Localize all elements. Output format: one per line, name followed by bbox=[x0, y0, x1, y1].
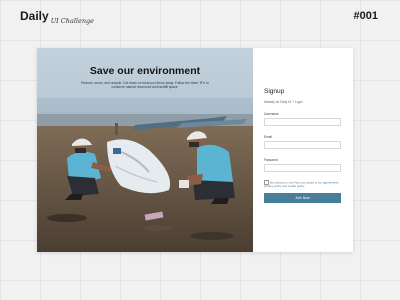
password-input[interactable] bbox=[264, 164, 341, 172]
hero-description: Reduce, reuse, and recycle. Cut down on … bbox=[81, 81, 209, 90]
already-member-label: Already on Daily UI ? bbox=[264, 100, 294, 104]
issue-number: #001 bbox=[353, 10, 378, 22]
brand-subtitle: UI Challenge bbox=[50, 17, 95, 25]
brand: Daily UI Challenge bbox=[20, 9, 94, 25]
email-input[interactable] bbox=[264, 141, 341, 149]
join-now-button[interactable]: Join Now bbox=[264, 193, 341, 203]
hero-image-panel: Save our environment Reduce, reuse, and … bbox=[37, 48, 253, 252]
username-label: Username bbox=[264, 112, 279, 116]
terms-suffix: . bbox=[304, 184, 305, 188]
password-label: Password bbox=[264, 158, 278, 162]
terms-text: By clicking on Join Now you agree to our… bbox=[264, 180, 344, 189]
hero-title: Save our environment bbox=[89, 65, 201, 77]
signup-card: Save our environment Reduce, reuse, and … bbox=[37, 48, 353, 252]
hero-photo bbox=[37, 48, 253, 252]
email-label: Email bbox=[264, 135, 272, 139]
username-input[interactable] bbox=[264, 118, 341, 126]
login-link[interactable]: Login bbox=[295, 100, 303, 104]
signup-title: Signup bbox=[264, 88, 285, 95]
signup-form: Signup Already on Daily UI ? Login Usern… bbox=[253, 48, 353, 252]
already-member-text: Already on Daily UI ? Login bbox=[264, 100, 303, 104]
brand-title: Daily bbox=[20, 9, 49, 23]
